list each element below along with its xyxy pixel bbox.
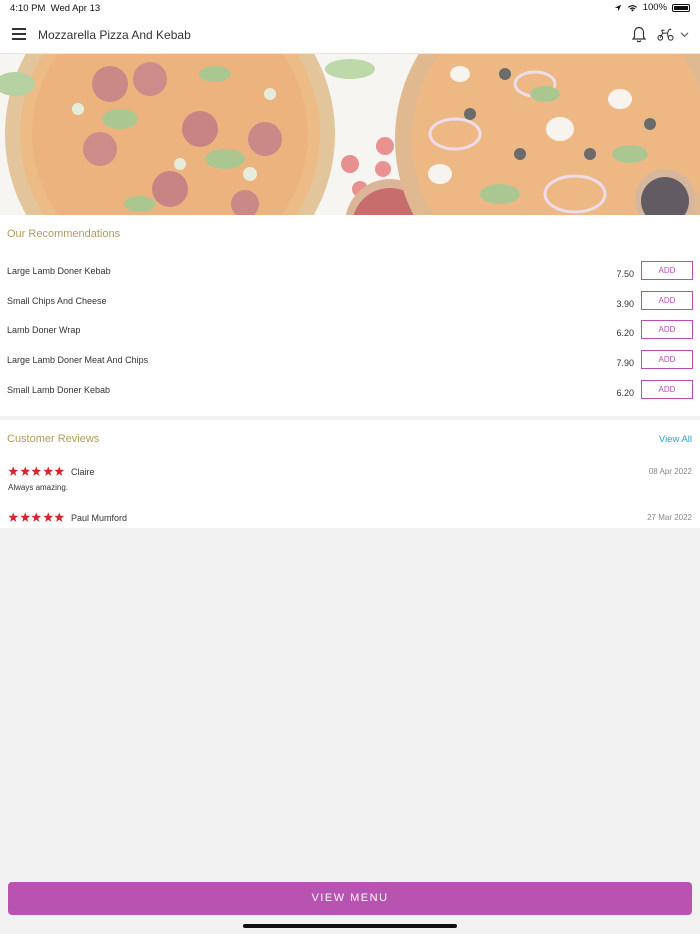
recommendation-item: Small Lamb Doner Kebab 6.20 ADD xyxy=(0,380,700,415)
reviews-title: Customer Reviews xyxy=(7,433,100,445)
star-icon xyxy=(42,466,53,476)
item-price: 6.20 xyxy=(616,328,634,338)
add-button[interactable]: ADD xyxy=(641,350,693,369)
status-date: Wed Apr 13 xyxy=(50,3,101,14)
add-button[interactable]: ADD xyxy=(641,320,693,339)
review-item: Paul Mumford 27 Mar 2022 xyxy=(0,512,700,542)
hamburger-menu-icon[interactable] xyxy=(12,28,26,40)
chevron-down-icon[interactable] xyxy=(680,31,689,38)
recommendation-item: Lamb Doner Wrap 6.20 ADD xyxy=(0,320,700,355)
view-all-reviews-link[interactable]: View All xyxy=(659,434,692,445)
star-rating xyxy=(8,512,65,523)
status-time: 4:10 PM Wed Apr 13 xyxy=(10,3,100,14)
home-indicator xyxy=(243,924,457,928)
item-price: 3.90 xyxy=(616,299,634,309)
app-header: Mozzarella Pizza And Kebab xyxy=(0,16,700,54)
bell-icon[interactable] xyxy=(631,26,647,43)
star-icon xyxy=(31,512,42,522)
item-name: Large Lamb Doner Kebab xyxy=(7,266,111,276)
reviewer-name: Paul Mumford xyxy=(71,513,128,523)
item-price: 6.20 xyxy=(616,388,634,398)
star-icon xyxy=(31,466,42,476)
hero-banner-image xyxy=(0,54,700,215)
star-icon xyxy=(42,512,53,522)
review-date: 27 Mar 2022 xyxy=(647,513,692,522)
star-icon xyxy=(8,466,19,476)
delivery-scooter-icon[interactable] xyxy=(657,27,674,42)
item-name: Small Chips And Cheese xyxy=(7,296,107,306)
item-name: Large Lamb Doner Meat And Chips xyxy=(7,355,149,365)
battery-percent: 100% xyxy=(642,2,667,13)
item-name: Small Lamb Doner Kebab xyxy=(7,385,111,395)
star-rating xyxy=(8,466,65,477)
add-button[interactable]: ADD xyxy=(641,291,693,310)
review-item: Claire 08 Apr 2022 Always amazing. xyxy=(0,466,700,496)
battery-icon xyxy=(672,3,690,12)
pizza-banner-illustration xyxy=(0,54,700,215)
view-menu-button[interactable]: VIEW MENU xyxy=(8,882,692,915)
reviewer-name: Claire xyxy=(71,467,95,477)
status-right: 100% xyxy=(614,2,690,13)
star-icon xyxy=(19,466,30,476)
star-icon xyxy=(19,512,30,522)
item-name: Lamb Doner Wrap xyxy=(7,325,81,335)
wifi-icon xyxy=(627,4,637,12)
customer-reviews-section: Customer Reviews View All Claire 08 Apr … xyxy=(0,420,700,528)
recommendation-item: Small Chips And Cheese 3.90 ADD xyxy=(0,291,700,326)
star-icon xyxy=(54,512,65,522)
recommendations-section: Our Recommendations Large Lamb Doner Keb… xyxy=(0,215,700,416)
review-text: Always amazing. xyxy=(8,483,69,492)
add-button[interactable]: ADD xyxy=(641,261,693,280)
status-bar: 4:10 PM Wed Apr 13 100% xyxy=(0,0,700,16)
recommendation-item: Large Lamb Doner Meat And Chips 7.90 ADD xyxy=(0,350,700,385)
status-time-text: 4:10 PM xyxy=(10,3,46,14)
item-price: 7.90 xyxy=(616,358,634,368)
star-icon xyxy=(54,466,65,476)
add-button[interactable]: ADD xyxy=(641,380,693,399)
recommendations-title: Our Recommendations xyxy=(7,228,121,240)
recommendation-item: Large Lamb Doner Kebab 7.50 ADD xyxy=(0,261,700,296)
review-date: 08 Apr 2022 xyxy=(648,467,692,476)
star-icon xyxy=(8,512,19,522)
item-price: 7.50 xyxy=(616,269,634,279)
restaurant-title: Mozzarella Pizza And Kebab xyxy=(38,28,191,42)
location-arrow-icon xyxy=(614,4,621,11)
